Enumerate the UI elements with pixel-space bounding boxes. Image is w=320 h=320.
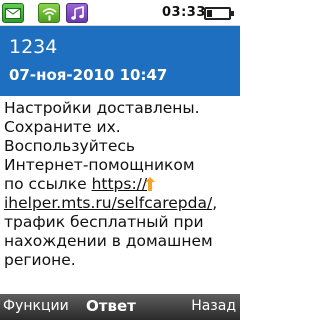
message-line: трафик бесплатный при [4,213,204,231]
options-softkey[interactable]: Функции [3,298,69,314]
message-line: Воспользуйтесь [4,137,136,155]
sender-number: 1234 [9,36,58,58]
message-line: нахождении в домашнем [4,232,213,250]
link-prefix-text: по ссылке [4,175,92,193]
battery-level [207,10,212,17]
message-line: по ссылке https:// [4,175,240,194]
link-part1: https:// [91,175,148,193]
message-body: Настройки доставлены. Сохраните их. Восп… [0,96,240,294]
battery-icon [204,7,234,20]
message-line: Настройки доставлены. [4,99,200,117]
wifi-icon [38,3,60,23]
message-line: регионе. [4,251,76,269]
reply-softkey[interactable]: Ответ [86,297,136,315]
message-date: 07-ноя-2010 10:47 [9,66,168,84]
message-line: Сохраните их. [4,118,121,136]
message-line: ihelper.mts.ru/selfcarepda/, [4,194,240,213]
selection-marker-icon [145,177,156,191]
link-tail: , [212,194,218,212]
message-header: 1234 07-ноя-2010 10:47 [0,26,240,96]
message-link-start[interactable]: https:// [92,175,148,193]
message-line: Интернет-помощником [4,156,195,174]
message-link[interactable]: ihelper.mts.ru/selfcarepda/ [4,194,212,212]
status-bar: 03:33 [0,0,240,26]
softkey-bar: Функции Ответ Назад [0,294,240,320]
music-icon [66,3,88,23]
clock: 03:33 [162,5,206,20]
back-softkey[interactable]: Назад [191,298,236,314]
envelope-icon [2,3,24,23]
